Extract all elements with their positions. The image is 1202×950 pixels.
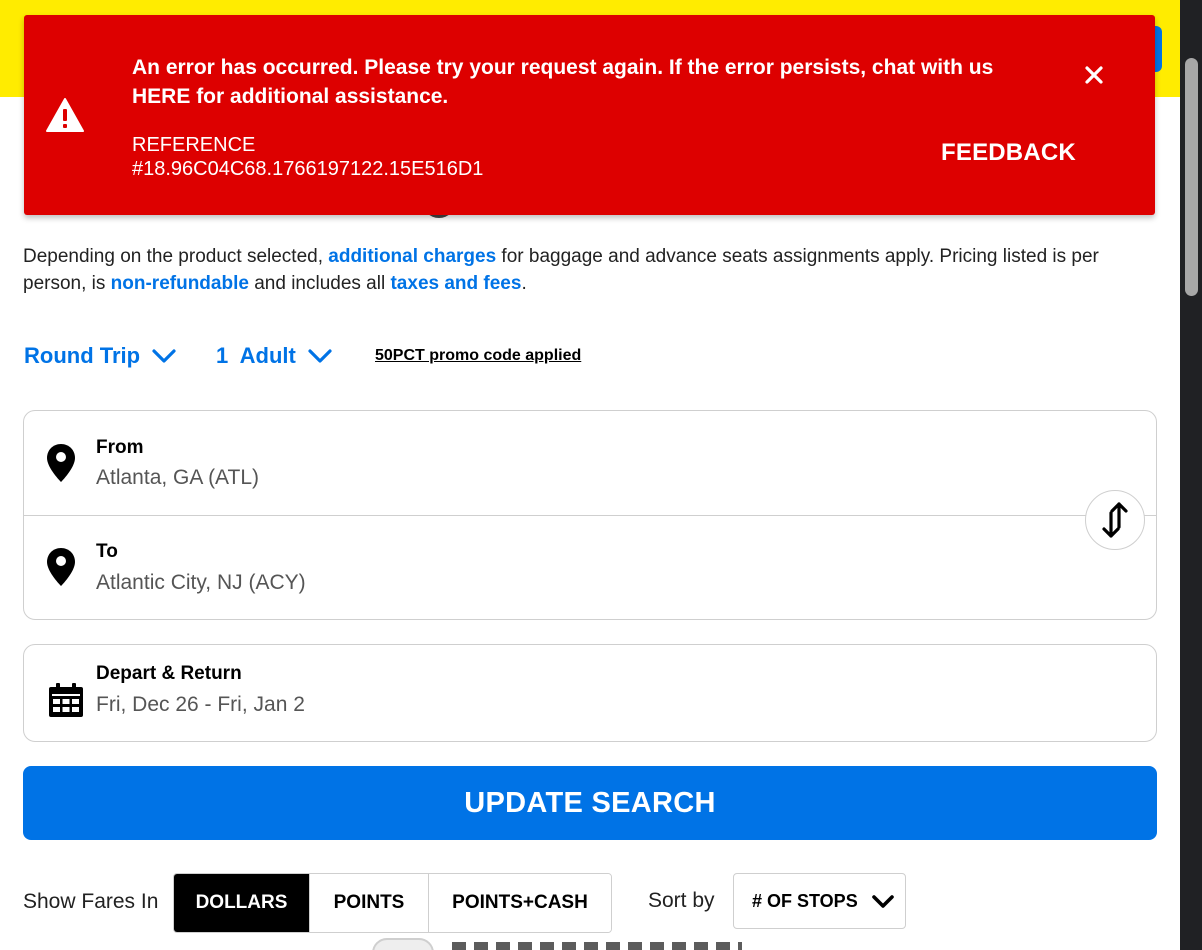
- chat-here-link[interactable]: HERE: [132, 85, 190, 108]
- from-label: From: [96, 437, 144, 458]
- location-pin-icon: [47, 548, 75, 586]
- fare-option-dollars[interactable]: DOLLARS: [174, 874, 310, 932]
- fare-option-points-cash[interactable]: POINTS+CASH: [429, 874, 611, 932]
- promo-code-link[interactable]: 50PCT promo code applied: [375, 347, 581, 365]
- route-fields: From Atlanta, GA (ATL) To Atlantic City,…: [23, 410, 1157, 620]
- warning-triangle-icon: [46, 98, 84, 132]
- trip-options-row: Round Trip 1 Adult 50PCT promo code appl…: [24, 338, 581, 374]
- passenger-dropdown[interactable]: 1 Adult: [216, 343, 375, 369]
- fare-option-points[interactable]: POINTS: [310, 874, 429, 932]
- sort-dropdown[interactable]: # OF STOPS: [733, 873, 906, 929]
- swap-airports-button[interactable]: [1085, 490, 1145, 550]
- toggle-switch[interactable]: [372, 938, 434, 950]
- swap-arrows-icon: [1102, 502, 1128, 538]
- location-pin-icon: [47, 444, 75, 482]
- to-label: To: [96, 541, 118, 562]
- show-fares-label: Show Fares In: [23, 890, 159, 913]
- date-field[interactable]: Depart & Return Fri, Dec 26 - Fri, Jan 2: [23, 644, 1157, 742]
- scrollbar-thumb[interactable]: [1185, 58, 1198, 296]
- scrollbar[interactable]: [1180, 0, 1202, 950]
- taxes-and-fees-link[interactable]: taxes and fees: [390, 273, 521, 294]
- feedback-button[interactable]: FEEDBACK: [941, 139, 1076, 167]
- error-banner: An error has occurred. Please try your r…: [24, 15, 1155, 215]
- pricing-disclaimer: Depending on the product selected, addit…: [23, 246, 1099, 294]
- additional-charges-link[interactable]: additional charges: [328, 246, 496, 267]
- fare-type-toggle: DOLLARS POINTS POINTS+CASH: [173, 873, 612, 933]
- non-refundable-link[interactable]: non-refundable: [111, 273, 249, 294]
- dates-label: Depart & Return: [96, 663, 242, 684]
- sort-by-label: Sort by: [648, 889, 715, 912]
- cut-off-text: [452, 942, 742, 950]
- to-field[interactable]: To Atlantic City, NJ (ACY): [24, 516, 1084, 620]
- calendar-icon: [49, 683, 83, 717]
- to-value: Atlantic City, NJ (ACY): [96, 571, 306, 594]
- chevron-down-icon: [872, 895, 894, 908]
- chevron-down-icon: [152, 349, 176, 363]
- chevron-down-icon: [308, 349, 332, 363]
- error-reference: REFERENCE #18.96C04C68.1766197122.15E516…: [132, 134, 484, 180]
- trip-type-dropdown[interactable]: Round Trip: [24, 343, 216, 369]
- from-field[interactable]: From Atlanta, GA (ATL): [24, 411, 1156, 515]
- from-value: Atlanta, GA (ATL): [96, 466, 260, 489]
- close-icon[interactable]: [1082, 63, 1106, 87]
- error-message: An error has occurred. Please try your r…: [132, 56, 994, 108]
- update-search-button[interactable]: UPDATE SEARCH: [23, 766, 1157, 840]
- dates-value: Fri, Dec 26 - Fri, Jan 2: [96, 693, 305, 716]
